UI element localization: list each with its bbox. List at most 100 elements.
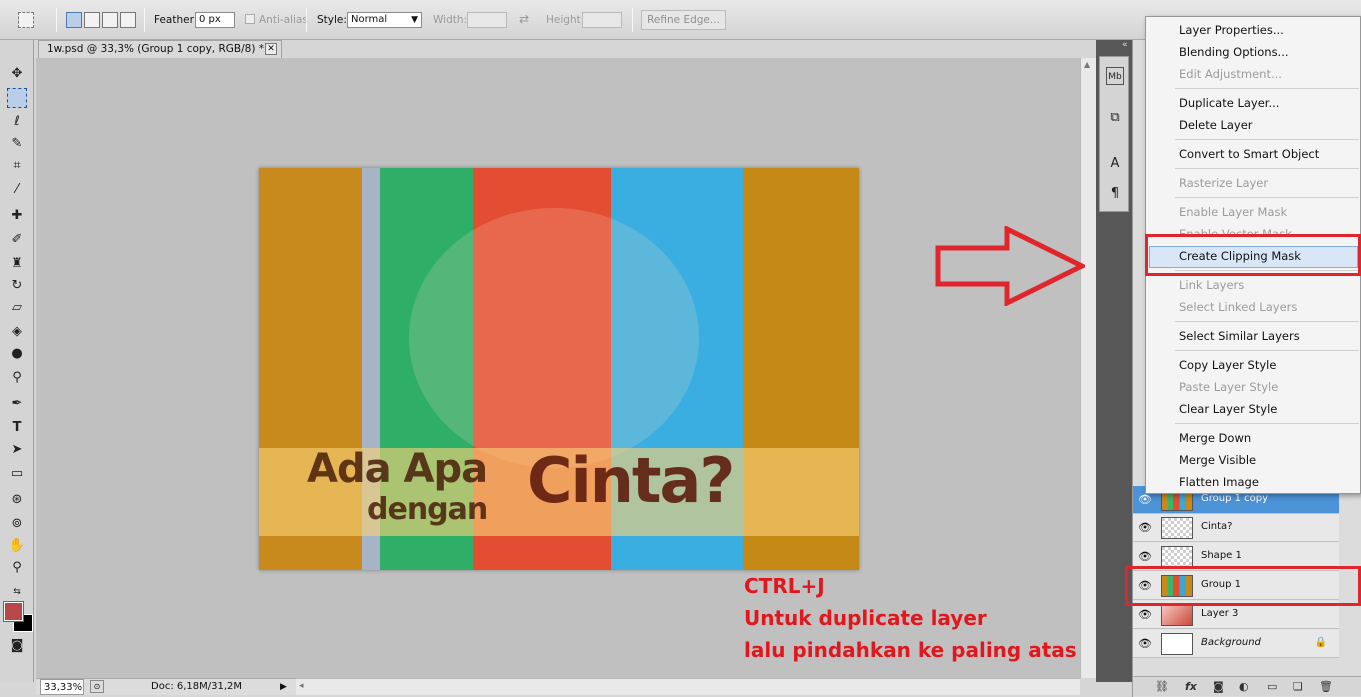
zoom-tool-icon[interactable]: ⚲ — [7, 558, 27, 578]
quick-selection-tool-icon[interactable]: ✎ — [7, 134, 27, 154]
add-mask-icon[interactable]: ◙ — [1213, 680, 1224, 693]
blur-tool-icon[interactable]: ● — [7, 344, 27, 364]
delete-layer-icon[interactable]: 🗑 — [1319, 680, 1333, 693]
link-layers-icon[interactable]: ⛓ — [1155, 680, 1169, 693]
swap-dimensions-icon[interactable]: ⇄ — [519, 12, 529, 26]
eye-icon[interactable]: 👁 — [1138, 638, 1152, 650]
add-to-selection-icon[interactable] — [84, 12, 100, 28]
menu-item-merge-visible[interactable]: Merge Visible — [1179, 453, 1256, 467]
anti-alias-label: Anti-alias — [259, 14, 308, 26]
healing-brush-tool-icon[interactable]: ✚ — [7, 206, 27, 226]
menu-item-link-layers[interactable]: Link Layers — [1179, 278, 1244, 292]
menu-item-select-linked-layers[interactable]: Select Linked Layers — [1179, 300, 1297, 314]
status-menu-arrow-icon[interactable]: ▶ — [280, 679, 287, 695]
subtract-selection-icon[interactable] — [102, 12, 118, 28]
status-info-icon[interactable]: ⊙ — [90, 680, 104, 693]
close-icon[interactable]: ✕ — [265, 43, 277, 55]
type-tool-icon[interactable]: T — [7, 418, 27, 438]
style-select[interactable]: Normal ▼ — [347, 12, 422, 28]
eye-icon[interactable]: 👁 — [1138, 609, 1152, 621]
new-layer-icon[interactable]: ❏ — [1293, 680, 1303, 693]
paint-bucket-tool-icon[interactable]: ◈ — [7, 322, 27, 342]
3d-rotate-tool-icon[interactable]: ⊛ — [7, 490, 27, 510]
pen-tool-icon[interactable]: ✒ — [7, 394, 27, 414]
options-divider — [144, 8, 145, 32]
menu-item-copy-layer-style[interactable]: Copy Layer Style — [1179, 358, 1276, 372]
character-panel-icon[interactable]: A — [1106, 155, 1124, 173]
new-group-icon[interactable]: ▭ — [1267, 680, 1277, 693]
eye-icon[interactable]: 👁 — [1138, 522, 1152, 534]
horizontal-scrollbar[interactable]: ◂ — [296, 678, 1080, 695]
menu-separator — [1175, 423, 1359, 424]
layer-name: Layer 3 — [1201, 608, 1239, 619]
menu-item-duplicate-layer[interactable]: Duplicate Layer... — [1179, 96, 1279, 110]
path-selection-tool-icon[interactable]: ➤ — [7, 440, 27, 460]
menu-item-flatten-image[interactable]: Flatten Image — [1179, 475, 1259, 489]
menu-separator — [1175, 88, 1359, 89]
lasso-tool-icon[interactable]: ℓ — [7, 112, 27, 132]
foreground-color-swatch[interactable] — [3, 601, 24, 622]
quick-mask-icon[interactable]: ◙ — [7, 636, 27, 656]
3d-orbit-tool-icon[interactable]: ⊚ — [7, 514, 27, 534]
eraser-tool-icon[interactable]: ▱ — [7, 298, 27, 318]
eye-icon[interactable]: 👁 — [1138, 551, 1152, 563]
crop-tool-icon[interactable]: ⌗ — [7, 156, 27, 176]
dodge-tool-icon[interactable]: ⚲ — [7, 368, 27, 388]
layer-name: Group 1 copy — [1201, 493, 1269, 504]
move-tool-icon[interactable]: ✥ — [7, 64, 27, 84]
feather-input[interactable]: 0 px — [195, 12, 235, 28]
scroll-left-icon[interactable]: ◂ — [299, 681, 304, 691]
history-brush-tool-icon[interactable]: ↻ — [7, 276, 27, 296]
eye-icon[interactable]: 👁 — [1138, 494, 1152, 506]
document-artwork[interactable]: Ada Apa dengan Cinta? — [259, 168, 859, 570]
layer-row[interactable]: 👁 Cinta? — [1133, 514, 1339, 542]
document-tab-title: 1w.psd @ 33,3% (Group 1 copy, RGB/8) * — [47, 43, 265, 55]
collapse-arrows-icon[interactable]: « — [1122, 40, 1128, 50]
menu-item-clear-layer-style[interactable]: Clear Layer Style — [1179, 402, 1277, 416]
adjustment-layer-icon[interactable]: ◐ — [1239, 680, 1249, 693]
options-divider — [56, 8, 57, 32]
width-label: Width: — [433, 14, 468, 26]
anti-alias-checkbox[interactable] — [245, 14, 255, 24]
menu-item-edit-adjustment[interactable]: Edit Adjustment... — [1179, 67, 1282, 81]
vertical-scrollbar[interactable]: ▲ — [1080, 58, 1096, 678]
shape-tool-icon[interactable]: ▭ — [7, 464, 27, 484]
menu-item-select-similar-layers[interactable]: Select Similar Layers — [1179, 329, 1300, 343]
paragraph-panel-icon[interactable]: ¶ — [1106, 185, 1124, 203]
menu-separator — [1175, 350, 1359, 351]
refine-edge-button[interactable]: Refine Edge... — [641, 10, 726, 30]
scroll-up-icon[interactable]: ▲ — [1084, 60, 1090, 69]
eyedropper-tool-icon[interactable]: ⁄ — [7, 180, 27, 200]
menu-item-paste-layer-style[interactable]: Paste Layer Style — [1179, 380, 1278, 394]
menu-separator — [1175, 321, 1359, 322]
width-input[interactable] — [467, 12, 507, 28]
swap-colors-icon[interactable]: ⇆ — [7, 582, 27, 602]
brush-tool-icon[interactable]: ✐ — [7, 230, 27, 250]
menu-item-blending-options[interactable]: Blending Options... — [1179, 45, 1289, 59]
intersect-selection-icon[interactable] — [120, 12, 136, 28]
layer-name: Cinta? — [1201, 521, 1233, 532]
layer-style-icon[interactable]: fx — [1185, 680, 1197, 693]
clone-stamp-tool-icon[interactable]: ♜ — [7, 254, 27, 274]
layer-thumbnail — [1161, 633, 1193, 655]
rectangular-marquee-tool-icon[interactable] — [7, 88, 27, 108]
menu-item-delete-layer[interactable]: Delete Layer — [1179, 118, 1253, 132]
layer-row[interactable]: 👁 Background 🔒 — [1133, 630, 1339, 658]
new-selection-icon[interactable] — [66, 12, 82, 28]
menu-item-convert-smart-object[interactable]: Convert to Smart Object — [1179, 147, 1319, 161]
menu-item-enable-layer-mask[interactable]: Enable Layer Mask — [1179, 205, 1287, 219]
style-select-value: Normal — [351, 14, 388, 25]
lock-icon: 🔒 — [1314, 637, 1327, 648]
marquee-preset-icon[interactable] — [18, 12, 34, 28]
annotation-line2: Untuk duplicate layer — [744, 606, 987, 630]
height-input[interactable] — [582, 12, 622, 28]
annotation-shortcut: CTRL+J — [744, 574, 825, 598]
mini-bridge-icon[interactable]: Mb — [1106, 67, 1124, 85]
document-tab[interactable]: 1w.psd @ 33,3% (Group 1 copy, RGB/8) * ✕ — [38, 40, 282, 58]
history-panel-icon[interactable]: ⧉ — [1106, 109, 1124, 127]
hand-tool-icon[interactable]: ✋ — [7, 536, 27, 556]
zoom-field[interactable]: 33,33% — [40, 679, 84, 695]
menu-item-layer-properties[interactable]: Layer Properties... — [1179, 23, 1284, 37]
menu-item-merge-down[interactable]: Merge Down — [1179, 431, 1251, 445]
menu-item-rasterize-layer[interactable]: Rasterize Layer — [1179, 176, 1268, 190]
